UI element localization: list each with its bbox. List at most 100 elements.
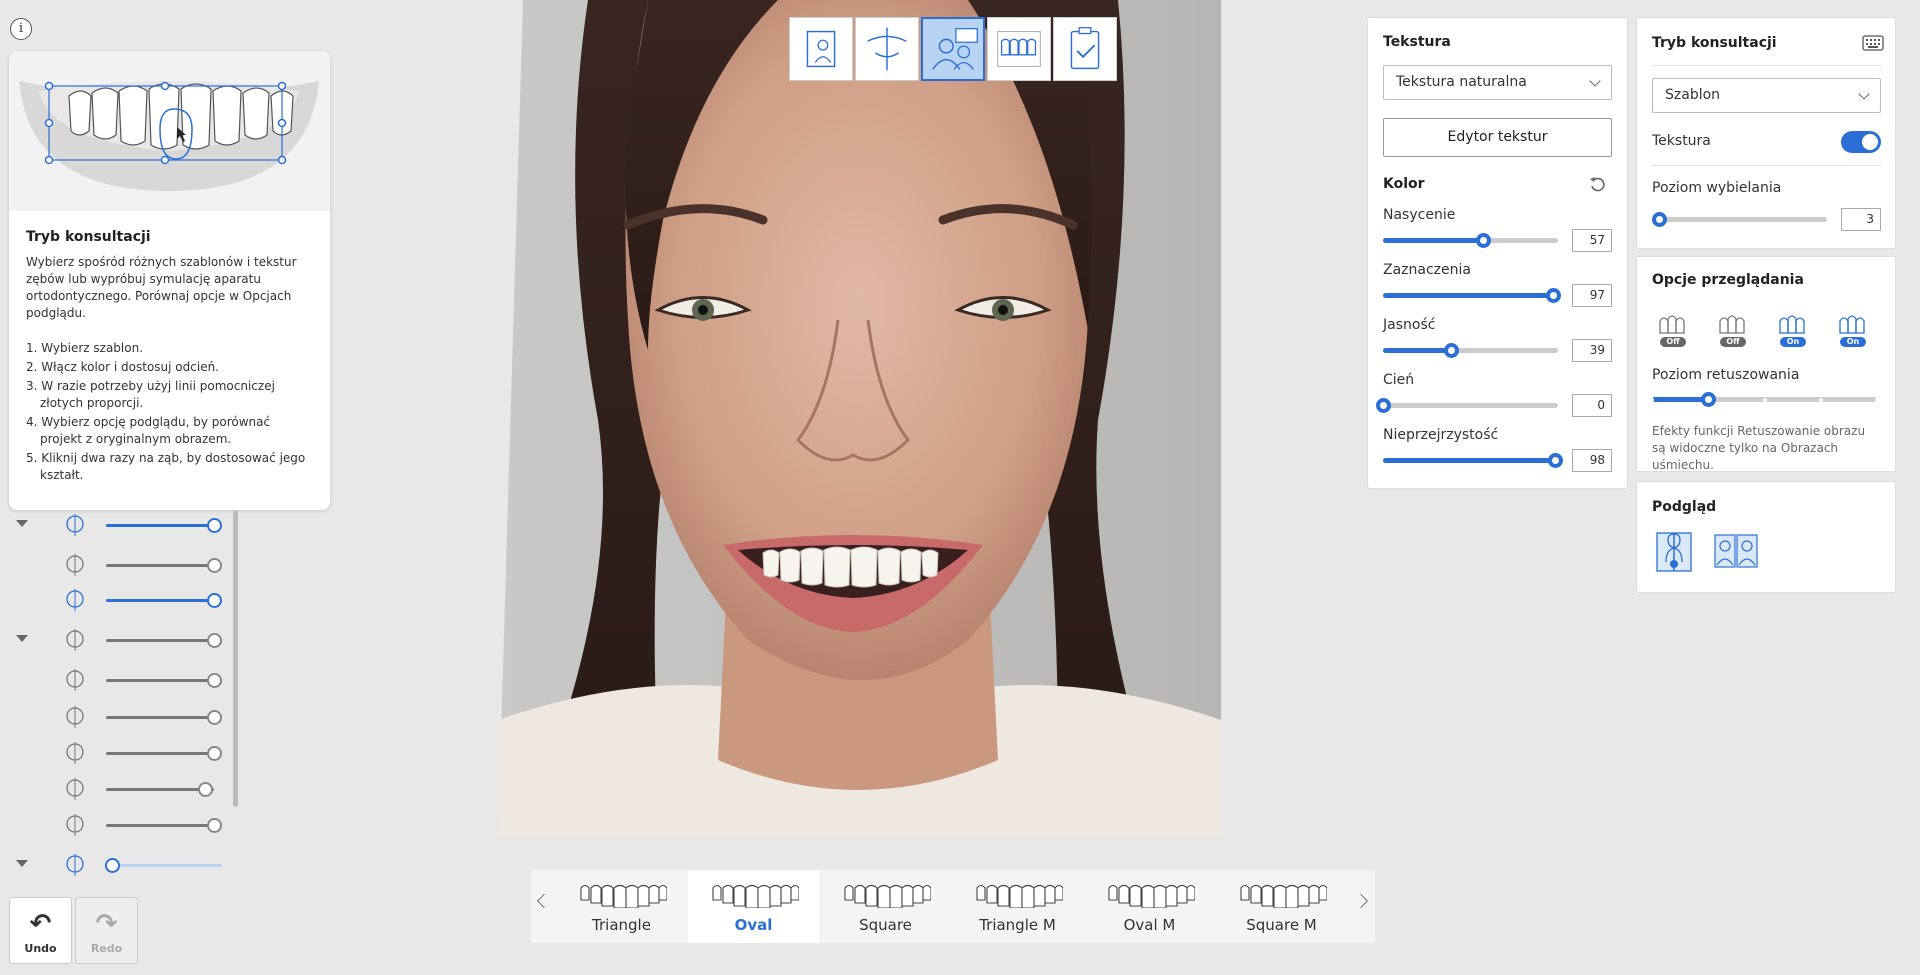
retouch-label: Poziom retuszowania <box>1652 367 1800 383</box>
mode-button[interactable] <box>1053 17 1117 81</box>
retouch-knob[interactable] <box>1701 392 1717 407</box>
guide-slider-row[interactable] <box>0 585 240 615</box>
mode-button[interactable] <box>921 17 985 81</box>
guide-slider-track[interactable] <box>105 858 222 873</box>
guide-slider-row[interactable] <box>0 510 240 540</box>
left-scrollbar[interactable] <box>233 510 238 807</box>
color-slider-value[interactable]: 98 <box>1572 449 1612 472</box>
texture-title: Tekstura <box>1383 34 1451 50</box>
retouch-tick <box>1762 397 1767 402</box>
color-slider-knob[interactable] <box>1545 288 1561 303</box>
template-select[interactable]: Szablon <box>1652 78 1881 113</box>
teeth-template-icon <box>19 81 319 191</box>
guide-slider-knob[interactable] <box>207 746 222 761</box>
texture-editor-button[interactable]: Edytor tekstur <box>1383 118 1612 157</box>
caret-down-icon[interactable] <box>16 860 28 867</box>
color-slider-value[interactable]: 57 <box>1572 229 1612 252</box>
teeth-on-icon[interactable]: On <box>1772 307 1812 347</box>
tooth-shape-option[interactable]: Triangle M <box>952 870 1083 943</box>
color-slider-fill <box>1383 348 1452 353</box>
guide-slider-track[interactable] <box>106 673 222 688</box>
guide-slider-row[interactable] <box>0 665 240 695</box>
guide-slider-row[interactable] <box>0 550 240 580</box>
guide-slider-track[interactable] <box>106 746 222 761</box>
guide-slider-track[interactable] <box>106 782 214 797</box>
color-slider[interactable] <box>1383 288 1561 303</box>
retouch-tick <box>1818 397 1823 402</box>
chevron-right-icon[interactable] <box>1353 893 1369 909</box>
guide-slider-track[interactable] <box>106 518 222 533</box>
guide-slider-track[interactable] <box>106 633 222 648</box>
tooth-shape-option[interactable]: Square <box>820 870 951 943</box>
guide-slider-row[interactable] <box>0 625 240 655</box>
guide-slider-track[interactable] <box>106 558 222 573</box>
caret-down-icon[interactable] <box>16 520 28 527</box>
color-slider[interactable] <box>1383 453 1563 468</box>
texture-select[interactable]: Tekstura naturalna <box>1383 65 1612 100</box>
guide-slider-knob[interactable] <box>105 858 120 873</box>
color-slider[interactable] <box>1383 343 1558 358</box>
guide-slider-track[interactable] <box>106 593 222 608</box>
color-slider[interactable] <box>1383 233 1558 248</box>
color-slider-knob[interactable] <box>1376 398 1391 413</box>
guide-slider-row[interactable] <box>0 850 240 880</box>
mode-button[interactable] <box>987 17 1051 81</box>
guide-slider-knob[interactable] <box>207 558 222 573</box>
info-button[interactable]: i <box>10 18 32 40</box>
guide-slider-track[interactable] <box>106 818 222 833</box>
guide-slider-knob[interactable] <box>207 593 222 608</box>
mode-button[interactable] <box>789 17 853 81</box>
reset-icon[interactable] <box>1589 176 1607 194</box>
redo-arrow-icon: ↷ <box>95 909 118 939</box>
color-slider-label: Nasycenie <box>1383 207 1456 223</box>
chevron-left-icon[interactable] <box>536 893 552 909</box>
guide-slider-row[interactable] <box>0 774 240 804</box>
redo-button[interactable]: ↷ Redo <box>75 897 138 964</box>
consultation-title: Tryb konsultacji <box>1652 35 1777 51</box>
checklist-icon <box>1070 27 1100 70</box>
help-popup: Tryb konsultacji Wybierz spośród różnych… <box>9 51 330 510</box>
guide-slider-knob[interactable] <box>207 710 222 725</box>
guide-slider-knob[interactable] <box>207 673 222 688</box>
braces-off-icon[interactable]: Off <box>1712 307 1752 347</box>
split-view-icon[interactable] <box>1656 532 1692 572</box>
color-slider-fill <box>1383 293 1553 298</box>
color-slider-value[interactable]: 39 <box>1572 339 1612 362</box>
tooth-shape-option[interactable]: Triangle <box>556 870 687 943</box>
retouch-fill <box>1652 397 1709 402</box>
texture-toggle[interactable] <box>1841 131 1881 153</box>
guide-slider-knob[interactable] <box>207 518 222 533</box>
caret-down-icon[interactable] <box>16 635 28 642</box>
patient-photo[interactable] <box>498 0 1221 835</box>
glasses-off-icon[interactable]: Off <box>1652 307 1692 347</box>
retouch-on-icon[interactable]: On <box>1832 307 1872 347</box>
guide-slider-fill <box>106 524 214 527</box>
guide-slider-knob[interactable] <box>207 818 222 833</box>
undo-button[interactable]: ↶ Undo <box>9 897 72 964</box>
guide-slider-row[interactable] <box>0 702 240 732</box>
color-slider-knob[interactable] <box>1547 453 1563 468</box>
guide-slider-knob[interactable] <box>207 633 222 648</box>
mode-button[interactable] <box>855 17 919 81</box>
tooth-shape-option[interactable]: Oval <box>688 870 819 943</box>
guide-slider-row[interactable] <box>0 738 240 768</box>
color-slider-value[interactable]: 97 <box>1572 284 1612 307</box>
color-slider[interactable] <box>1376 398 1558 413</box>
tooth-shape-option[interactable]: Square M <box>1216 870 1347 943</box>
whitening-value[interactable]: 3 <box>1841 208 1881 231</box>
guide-slider-row[interactable] <box>0 810 240 840</box>
color-slider-fill <box>1383 238 1483 243</box>
guide-slider-knob[interactable] <box>198 782 214 797</box>
retouch-tick <box>1875 397 1879 402</box>
keyboard-icon[interactable] <box>1862 35 1884 51</box>
whitening-slider[interactable] <box>1652 212 1827 227</box>
side-by-side-icon[interactable] <box>1714 534 1758 568</box>
photo-import-icon <box>806 30 836 68</box>
guide-slider-track[interactable] <box>106 710 222 725</box>
tooth-shape-option[interactable]: Oval M <box>1084 870 1215 943</box>
color-slider-knob[interactable] <box>1475 233 1491 248</box>
color-slider-value[interactable]: 0 <box>1572 394 1612 417</box>
retouch-slider[interactable] <box>1650 392 1879 407</box>
color-slider-knob[interactable] <box>1444 343 1460 358</box>
whitening-knob[interactable] <box>1652 212 1667 227</box>
